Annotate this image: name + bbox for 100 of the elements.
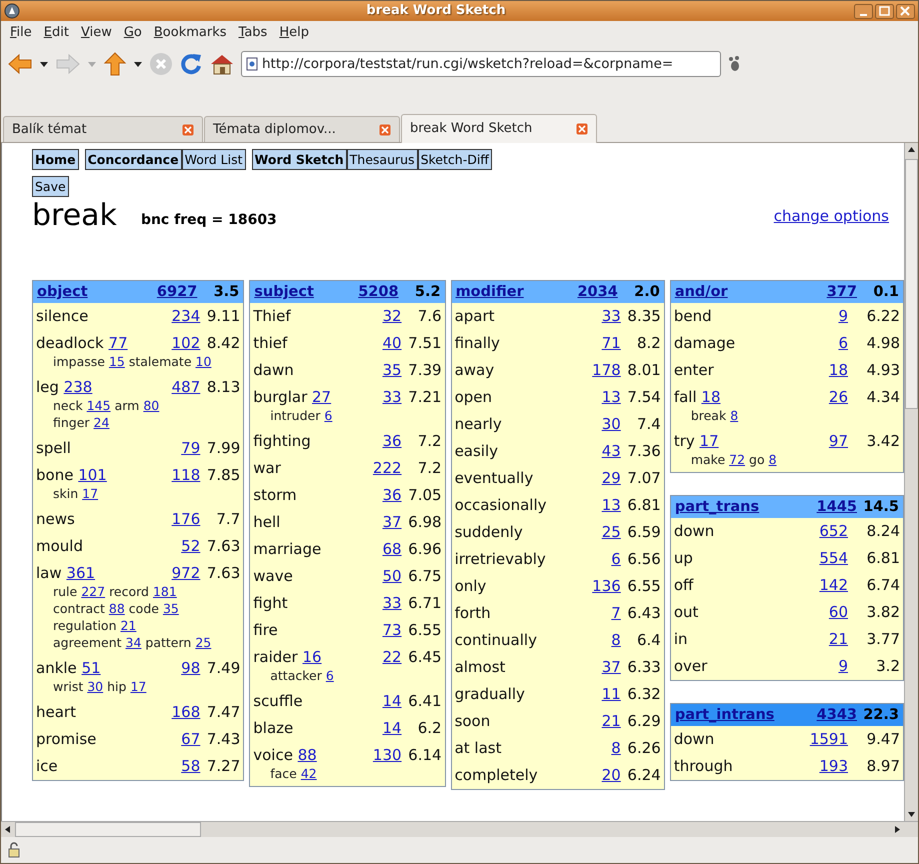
frequency-link[interactable]: 20 <box>602 766 621 784</box>
frequency-link[interactable]: 222 <box>372 459 402 477</box>
frequency-link[interactable]: 193 <box>819 757 848 775</box>
frequency-link[interactable]: 17 <box>130 679 146 694</box>
frequency-link[interactable]: 4343 <box>816 704 857 726</box>
close-button[interactable] <box>896 4 915 18</box>
scrollbar-thumb[interactable] <box>905 159 918 409</box>
frequency-link[interactable]: 18 <box>701 388 720 406</box>
frequency-link[interactable]: 16 <box>302 648 322 666</box>
browser-tab[interactable]: Balík témat <box>3 116 203 142</box>
home-icon[interactable] <box>209 52 235 76</box>
frequency-link[interactable]: 176 <box>172 510 200 528</box>
frequency-link[interactable]: 9 <box>838 307 848 325</box>
frequency-link[interactable]: 142 <box>819 576 848 594</box>
menu-item[interactable]: Help <box>274 23 314 43</box>
maximize-button[interactable] <box>875 4 894 18</box>
nav-button[interactable]: Word List <box>182 149 246 170</box>
frequency-link[interactable]: 15 <box>108 354 125 369</box>
frequency-link[interactable]: 51 <box>82 659 101 677</box>
change-options-link[interactable]: change options <box>774 204 889 228</box>
frequency-link[interactable]: 80 <box>143 398 160 413</box>
frequency-link[interactable]: 17 <box>700 432 719 450</box>
frequency-link[interactable]: 972 <box>172 564 200 582</box>
menu-item[interactable]: Tabs <box>234 23 272 43</box>
frequency-link[interactable]: 145 <box>86 398 111 413</box>
frequency-link[interactable]: 68 <box>382 540 402 558</box>
up-icon[interactable] <box>103 51 127 77</box>
frequency-link[interactable]: 7 <box>611 604 621 622</box>
frequency-link[interactable]: 181 <box>152 584 177 599</box>
menu-item[interactable]: View <box>76 23 117 43</box>
caret-icon[interactable] <box>39 60 49 68</box>
frequency-link[interactable]: 13 <box>602 496 621 514</box>
browser-tab[interactable]: Témata diplomov... <box>204 116 400 142</box>
frequency-link[interactable]: 1591 <box>810 730 848 748</box>
frequency-link[interactable]: 29 <box>602 469 621 487</box>
relation-link[interactable]: modifier <box>456 284 524 300</box>
frequency-link[interactable]: 11 <box>602 685 621 703</box>
frequency-link[interactable]: 30 <box>87 679 104 694</box>
frequency-link[interactable]: 168 <box>172 703 200 721</box>
frequency-link[interactable]: 227 <box>81 584 106 599</box>
menu-item[interactable]: Edit <box>38 23 74 43</box>
frequency-link[interactable]: 36 <box>382 486 402 504</box>
frequency-link[interactable]: 238 <box>64 378 92 396</box>
frequency-link[interactable]: 21 <box>828 630 848 648</box>
save-button[interactable]: Save <box>32 176 69 197</box>
address-field[interactable]: http://corpora/teststat/run.cgi/wsketch?reload=&corpname= <box>241 51 721 77</box>
frequency-link[interactable]: 50 <box>382 567 402 585</box>
frequency-link[interactable]: 88 <box>298 746 317 764</box>
frequency-link[interactable]: 72 <box>729 452 746 467</box>
frequency-link[interactable]: 21 <box>120 618 136 633</box>
frequency-link[interactable]: 34 <box>126 635 142 650</box>
frequency-link[interactable]: 26 <box>828 388 848 406</box>
nav-button[interactable]: Home <box>32 149 79 170</box>
frequency-link[interactable]: 652 <box>819 522 848 540</box>
frequency-link[interactable]: 8 <box>611 631 621 649</box>
frequency-link[interactable]: 9 <box>838 657 848 675</box>
minimize-button[interactable] <box>854 4 873 18</box>
frequency-link[interactable]: 30 <box>602 415 621 433</box>
frequency-link[interactable]: 18 <box>828 361 848 379</box>
frequency-link[interactable]: 25 <box>602 523 621 541</box>
frequency-link[interactable]: 6 <box>324 408 332 423</box>
close-icon[interactable] <box>182 124 194 136</box>
frequency-link[interactable]: 77 <box>108 334 128 352</box>
frequency-link[interactable]: 10 <box>196 354 212 369</box>
frequency-link[interactable]: 52 <box>181 537 200 555</box>
frequency-link[interactable]: 36 <box>382 432 402 450</box>
frequency-link[interactable]: 97 <box>828 432 848 450</box>
frequency-link[interactable]: 43 <box>602 442 621 460</box>
frequency-link[interactable]: 487 <box>172 378 200 396</box>
relation-link[interactable]: subject <box>254 284 314 300</box>
frequency-link[interactable]: 361 <box>66 564 96 582</box>
frequency-link[interactable]: 118 <box>172 466 200 484</box>
frequency-link[interactable]: 6 <box>611 550 621 568</box>
menu-item[interactable]: Go <box>118 23 147 43</box>
frequency-link[interactable]: 554 <box>819 549 848 567</box>
frequency-link[interactable]: 130 <box>372 746 402 764</box>
frequency-link[interactable]: 5208 <box>358 281 399 303</box>
frequency-link[interactable]: 25 <box>195 635 212 650</box>
frequency-link[interactable]: 71 <box>602 334 621 352</box>
frequency-link[interactable]: 98 <box>181 659 200 677</box>
frequency-link[interactable]: 33 <box>382 388 402 406</box>
frequency-link[interactable]: 21 <box>602 712 621 730</box>
frequency-link[interactable]: 17 <box>82 486 98 501</box>
frequency-link[interactable]: 101 <box>78 466 107 484</box>
frequency-link[interactable]: 27 <box>312 388 332 406</box>
frequency-link[interactable]: 14 <box>382 692 402 710</box>
frequency-link[interactable]: 6 <box>326 668 334 683</box>
frequency-link[interactable]: 58 <box>181 757 200 775</box>
caret-icon[interactable] <box>133 60 143 68</box>
frequency-link[interactable]: 33 <box>382 594 402 612</box>
frequency-link[interactable]: 6927 <box>156 281 198 303</box>
frequency-link[interactable]: 377 <box>826 281 857 303</box>
frequency-link[interactable]: 73 <box>382 621 402 639</box>
frequency-link[interactable]: 8 <box>768 452 777 467</box>
relation-link[interactable]: part_intrans <box>674 707 774 723</box>
frequency-link[interactable]: 234 <box>172 307 200 325</box>
frequency-link[interactable]: 8 <box>611 739 621 757</box>
back-icon[interactable] <box>7 52 33 76</box>
frequency-link[interactable]: 35 <box>382 361 402 379</box>
relation-link[interactable]: object <box>37 284 88 300</box>
